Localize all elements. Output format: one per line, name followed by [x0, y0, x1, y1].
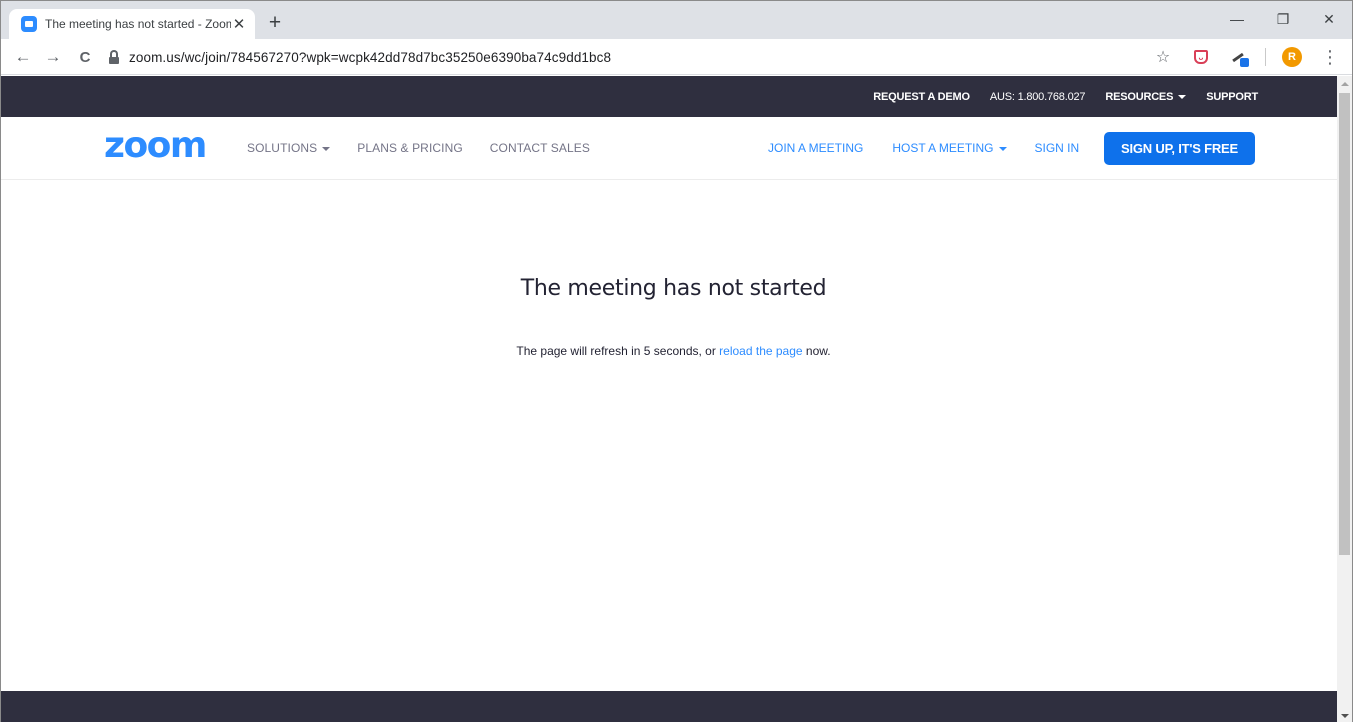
- close-window-button[interactable]: ✕: [1306, 1, 1352, 37]
- solutions-menu[interactable]: SOLUTIONS: [247, 141, 331, 155]
- tab-close-icon[interactable]: ✕: [231, 16, 247, 33]
- scrollbar-thumb[interactable]: [1339, 93, 1350, 555]
- sign-in-link[interactable]: SIGN IN: [1035, 141, 1080, 155]
- chevron-down-icon: [998, 146, 1007, 151]
- pocket-extension-icon[interactable]: ᴗ: [1189, 45, 1213, 69]
- toolbar-actions: ☆ ᴗ R ⋮: [1151, 45, 1342, 69]
- forward-button[interactable]: →: [41, 45, 65, 69]
- plans-pricing-link[interactable]: PLANS & PRICING: [357, 141, 463, 155]
- join-meeting-link[interactable]: JOIN A MEETING: [768, 141, 863, 155]
- toolbar-divider: [1265, 48, 1266, 66]
- resources-label: RESOURCES: [1105, 90, 1174, 103]
- address-bar[interactable]: zoom.us/wc/join/784567270?wpk=wcpk42dd78…: [107, 43, 1207, 71]
- resources-menu[interactable]: RESOURCES: [1105, 90, 1187, 103]
- request-demo-link[interactable]: REQUEST A DEMO: [873, 91, 970, 103]
- refresh-message: The page will refresh in 5 seconds, or r…: [1, 344, 1346, 358]
- browser-toolbar: ← → C zoom.us/wc/join/784567270?wpk=wcpk…: [1, 39, 1352, 75]
- main-navigation: zoom SOLUTIONS PLANS & PRICING CONTACT S…: [1, 117, 1338, 180]
- phone-number-link[interactable]: AUS: 1.800.768.027: [990, 91, 1086, 103]
- browser-tab[interactable]: The meeting has not started - Zoom ✕: [9, 9, 255, 39]
- browser-tab-strip: The meeting has not started - Zoom ✕ + —…: [1, 1, 1352, 39]
- lock-icon[interactable]: [107, 50, 121, 64]
- utility-bar: REQUEST A DEMO AUS: 1.800.768.027 RESOUR…: [1, 76, 1338, 117]
- reload-button[interactable]: C: [73, 45, 97, 69]
- tab-title: The meeting has not started - Zoom: [45, 17, 231, 31]
- window-controls: — ❐ ✕: [1214, 1, 1352, 37]
- host-meeting-label: HOST A MEETING: [892, 141, 994, 155]
- minimize-button[interactable]: —: [1214, 1, 1260, 37]
- bookmark-star-icon[interactable]: ☆: [1151, 45, 1175, 69]
- chevron-down-icon: [1178, 94, 1187, 99]
- url-text[interactable]: zoom.us/wc/join/784567270?wpk=wcpk42dd78…: [129, 50, 611, 65]
- reload-page-link[interactable]: reload the page: [719, 344, 802, 358]
- browser-menu-icon[interactable]: ⋮: [1318, 45, 1342, 69]
- refresh-message-prefix: The page will refresh in 5 seconds, or: [516, 344, 720, 358]
- refresh-message-suffix: now.: [802, 344, 831, 358]
- page-content: The meeting has not started The page wil…: [1, 181, 1338, 691]
- host-meeting-menu[interactable]: HOST A MEETING: [892, 141, 1007, 155]
- annotate-extension-icon[interactable]: [1227, 45, 1251, 69]
- sign-up-button[interactable]: SIGN UP, IT'S FREE: [1104, 132, 1255, 165]
- profile-avatar[interactable]: R: [1280, 45, 1304, 69]
- vertical-scrollbar[interactable]: [1337, 76, 1352, 722]
- zoom-favicon-icon: [21, 16, 37, 32]
- support-link[interactable]: SUPPORT: [1206, 91, 1258, 103]
- scroll-up-arrow-icon[interactable]: [1337, 76, 1352, 91]
- restore-button[interactable]: ❐: [1260, 1, 1306, 37]
- back-button[interactable]: ←: [11, 45, 35, 69]
- scroll-down-arrow-icon[interactable]: [1337, 708, 1352, 722]
- page-footer: [1, 691, 1338, 722]
- zoom-logo[interactable]: zoom: [104, 128, 207, 164]
- new-tab-button[interactable]: +: [263, 11, 287, 35]
- contact-sales-link[interactable]: CONTACT SALES: [490, 141, 590, 155]
- solutions-label: SOLUTIONS: [247, 141, 318, 155]
- page-title: The meeting has not started: [520, 276, 827, 301]
- chevron-down-icon: [322, 146, 331, 151]
